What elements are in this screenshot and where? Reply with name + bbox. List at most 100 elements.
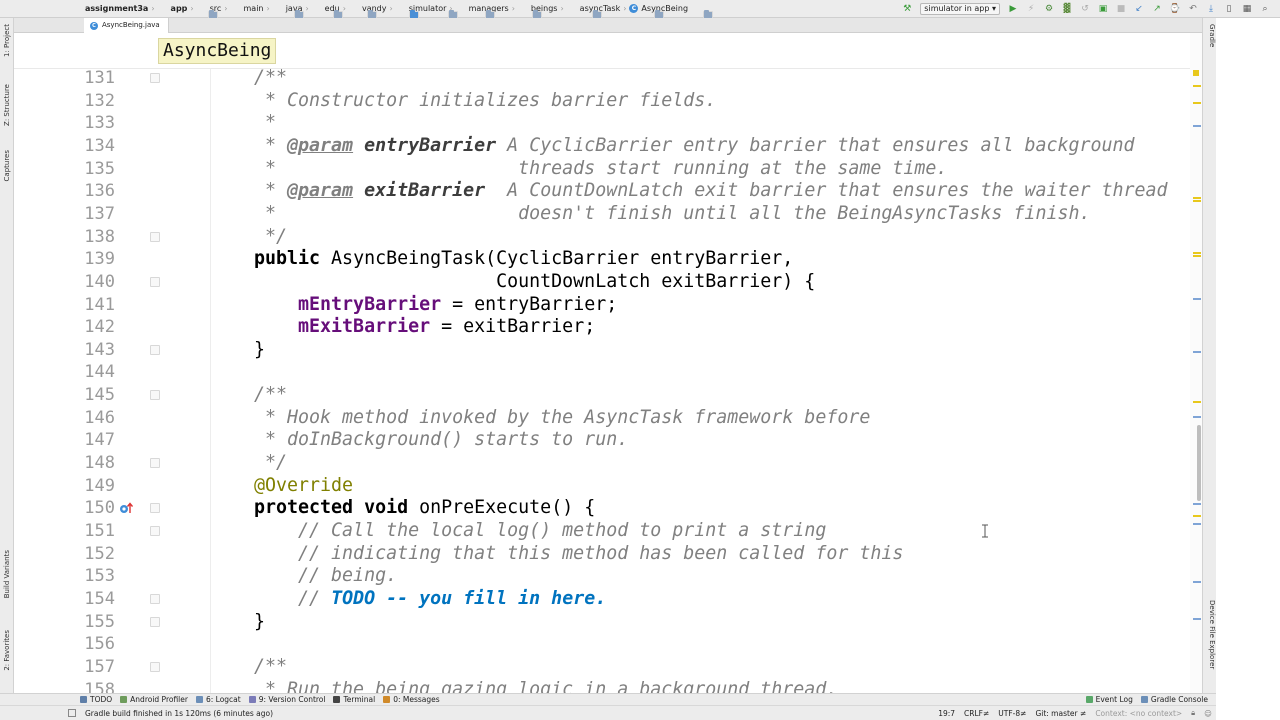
breadcrumb-item[interactable]: simulator — [394, 0, 542, 19]
change-marker[interactable] — [1193, 503, 1201, 505]
caret-position[interactable]: 19:7 — [938, 709, 955, 718]
line-number[interactable]: 132 — [14, 90, 115, 113]
fold-toggle-icon[interactable] — [150, 661, 160, 672]
code-line[interactable]: 148 */ — [14, 452, 1190, 475]
code-line[interactable]: 134 * @param entryBarrier A CyclicBarrie… — [14, 135, 1190, 158]
change-marker[interactable] — [1193, 125, 1201, 127]
override-method-icon[interactable] — [119, 501, 133, 515]
debug-icon[interactable]: ⚙ — [1040, 0, 1058, 18]
line-number[interactable]: 138 — [14, 226, 115, 249]
line-number[interactable]: 152 — [14, 543, 115, 566]
lock-icon[interactable]: 🔒︎ — [1191, 708, 1195, 718]
line-number[interactable]: 151 — [14, 520, 115, 543]
fold-toggle-icon[interactable] — [150, 344, 160, 355]
git-commit-icon[interactable]: ↗ — [1148, 0, 1166, 18]
fold-toggle-icon[interactable] — [150, 616, 160, 627]
line-number[interactable]: 157 — [14, 656, 115, 679]
fold-toggle-icon[interactable] — [150, 593, 160, 604]
scrollbar-thumb[interactable] — [1197, 425, 1201, 501]
code-line[interactable]: 156 — [14, 633, 1190, 656]
todo-marker[interactable] — [1193, 255, 1201, 257]
line-number[interactable]: 143 — [14, 339, 115, 362]
tool-window-button[interactable]: TODO — [80, 694, 112, 706]
breadcrumb-item[interactable]: main — [229, 0, 377, 19]
stop-icon[interactable]: ■ — [1112, 0, 1130, 18]
code-line[interactable]: 137 * doesn't finish until all the Being… — [14, 203, 1190, 226]
code-line[interactable]: 150 protected void onPreExecute() { — [14, 497, 1190, 520]
search-icon[interactable]: ⌕ — [1256, 0, 1274, 18]
profile-icon[interactable]: ▓ — [1058, 0, 1076, 18]
line-separator[interactable]: CRLF≠ — [964, 709, 989, 718]
todo-marker[interactable] — [1193, 200, 1201, 202]
code-line[interactable]: 141 mEntryBarrier = entryBarrier; — [14, 294, 1190, 317]
line-number[interactable]: 153 — [14, 565, 115, 588]
code-editor[interactable]: 131 /** 132 * Constructor initializes barr… — [14, 69, 1190, 693]
apply-changes-icon[interactable]: ⚡ — [1022, 0, 1040, 18]
code-line[interactable]: 143} — [14, 339, 1190, 362]
tool-window-button[interactable]: Gradle Console — [1140, 694, 1208, 706]
git-branch[interactable]: Git: master ≠ — [1035, 709, 1086, 718]
change-marker[interactable] — [1193, 618, 1201, 620]
line-number[interactable]: 133 — [14, 112, 115, 135]
change-marker[interactable] — [1193, 523, 1201, 525]
line-number[interactable]: 140 — [14, 271, 115, 294]
line-number[interactable]: 135 — [14, 158, 115, 181]
git-update-icon[interactable]: ↙ — [1130, 0, 1148, 18]
tool-tab-build-variants[interactable]: Build Variants — [1, 550, 13, 598]
tool-window-button[interactable]: 9: Version Control — [248, 694, 325, 706]
file-encoding[interactable]: UTF-8≠ — [998, 709, 1026, 718]
fold-toggle-icon[interactable] — [150, 503, 160, 514]
code-line[interactable]: 136 * @param exitBarrier A CountDownLatc… — [14, 180, 1190, 203]
tool-window-button[interactable]: Android Profiler — [120, 694, 188, 706]
code-line[interactable]: 152 // indicating that this method has b… — [14, 543, 1190, 566]
tool-window-button[interactable]: Event Log — [1085, 694, 1133, 706]
todo-marker[interactable] — [1193, 85, 1201, 87]
code-line[interactable]: 138 */ — [14, 226, 1190, 249]
tool-window-button[interactable]: 6: Logcat — [195, 694, 241, 706]
code-line[interactable]: 147 * doInBackground() starts to run. — [14, 429, 1190, 452]
context-indicator[interactable]: Context: <no context> — [1095, 709, 1182, 718]
code-line[interactable]: 139 public AsyncBeingTask(CyclicBarrier e… — [14, 248, 1190, 271]
code-line[interactable]: 146 * Hook method invoked by the AsyncTa… — [14, 407, 1190, 430]
line-number[interactable]: 154 — [14, 588, 115, 611]
todo-marker[interactable] — [1193, 197, 1201, 199]
status-message[interactable]: Gradle build finished in 1s 120ms (6 min… — [85, 709, 273, 718]
git-history-icon[interactable]: ⌚ — [1166, 0, 1184, 18]
tool-tab-device-file-explorer[interactable]: Device File Explorer — [1204, 600, 1216, 669]
tab-asyncbeing-java[interactable]: C AsyncBeing.java — [84, 18, 169, 33]
code-line[interactable]: 155} — [14, 611, 1190, 634]
line-number[interactable]: 142 — [14, 316, 115, 339]
line-number[interactable]: 147 — [14, 429, 115, 452]
fold-toggle-icon[interactable] — [150, 526, 160, 536]
code-line[interactable]: 151 // Call the local log() method to pr… — [14, 520, 1190, 543]
todo-marker[interactable] — [1193, 515, 1201, 517]
code-line[interactable]: 154 // TODO -- you fill in here. — [14, 588, 1190, 611]
inspector-icon[interactable]: ☺ — [1204, 709, 1212, 718]
status-panel-toggle-icon[interactable] — [68, 709, 76, 717]
line-number[interactable]: 137 — [14, 203, 115, 226]
tool-window-button[interactable]: 0: Messages — [383, 694, 440, 706]
line-number[interactable]: 149 — [14, 475, 115, 498]
sticky-class-label[interactable]: AsyncBeing — [158, 38, 277, 64]
code-line[interactable]: 157 /** — [14, 656, 1190, 679]
tool-tab-project[interactable]: 1: Project — [1, 24, 13, 57]
change-marker[interactable] — [1193, 351, 1201, 353]
tool-tab-captures[interactable]: Captures — [1, 150, 13, 181]
fold-toggle-icon[interactable] — [150, 458, 160, 469]
code-line[interactable]: 142 mExitBarrier = exitBarrier; — [14, 316, 1190, 339]
run-configuration-select[interactable]: simulator in app ▾ — [920, 2, 1000, 15]
undo-icon[interactable]: ↶ — [1184, 0, 1202, 18]
code-line[interactable]: 135 * threads start running at the same … — [14, 158, 1190, 181]
device-icon[interactable]: ▯ — [1220, 0, 1238, 18]
change-marker[interactable] — [1193, 581, 1201, 583]
code-line[interactable]: 131 /** — [14, 69, 1190, 90]
change-marker[interactable] — [1193, 416, 1201, 418]
line-number[interactable]: 150 — [14, 497, 115, 520]
line-number[interactable]: 134 — [14, 135, 115, 158]
line-number[interactable]: 156 — [14, 633, 115, 656]
breadcrumb-item[interactable]: managers — [454, 0, 602, 19]
code-line[interactable]: 145 /** — [14, 384, 1190, 407]
tool-tab-structure[interactable]: Z: Structure — [1, 84, 13, 126]
line-number[interactable]: 136 — [14, 180, 115, 203]
line-number[interactable]: 141 — [14, 294, 115, 317]
